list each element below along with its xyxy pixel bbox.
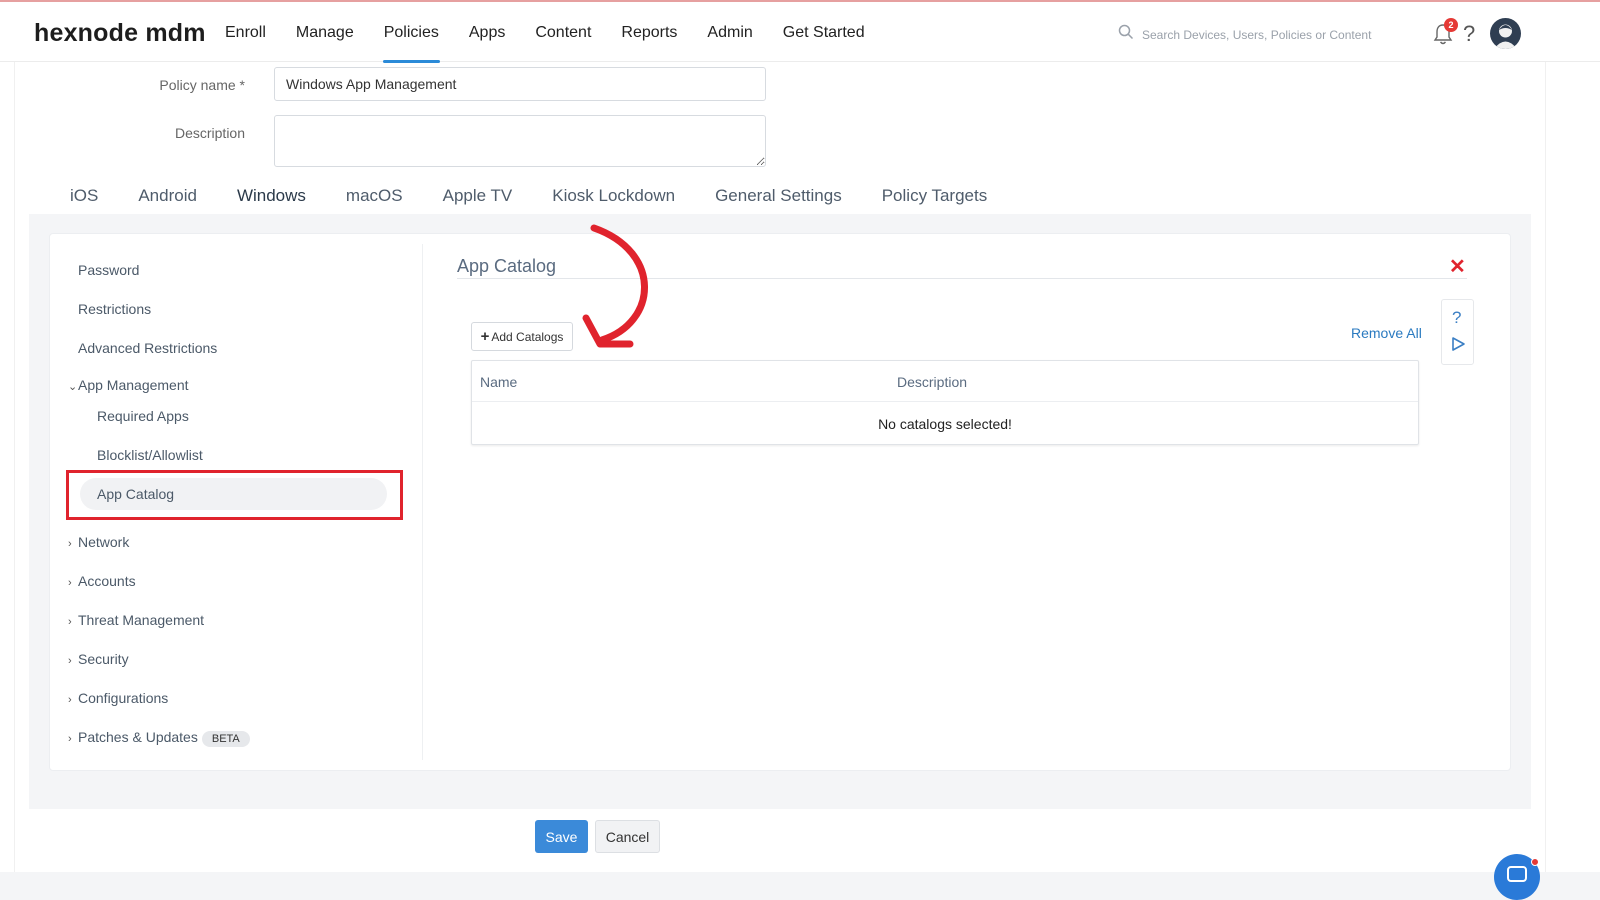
chevron-right-icon: ›	[68, 694, 72, 706]
chevron-right-icon: ›	[68, 577, 72, 589]
chevron-right-icon: ›	[68, 655, 72, 667]
empty-state-message: No catalogs selected!	[878, 416, 1012, 432]
nav-admin[interactable]: Admin	[692, 2, 767, 62]
description-textarea[interactable]	[274, 115, 766, 167]
nav-apps[interactable]: Apps	[454, 2, 520, 62]
column-header-name: Name	[480, 374, 518, 390]
annotation-arrow-icon	[582, 224, 648, 348]
sidebar-item-label: Threat Management	[78, 612, 205, 628]
policy-name-input[interactable]	[274, 67, 766, 101]
tab-kiosk-lockdown[interactable]: Kiosk Lockdown	[532, 180, 695, 216]
sidebar-item-label: Security	[78, 651, 129, 667]
tab-android[interactable]: Android	[118, 180, 217, 216]
side-tools-panel: ?	[1441, 299, 1474, 365]
global-search	[1118, 24, 1382, 45]
sidebar-item-restrictions[interactable]: Restrictions	[78, 301, 151, 317]
nav-reports[interactable]: Reports	[606, 2, 692, 62]
top-navbar: hexnode mdm Enroll Manage Policies Apps …	[0, 0, 1600, 63]
tab-policy-targets[interactable]: Policy Targets	[862, 180, 1008, 216]
chevron-down-icon: ⌄	[68, 381, 78, 393]
search-input[interactable]	[1142, 27, 1382, 42]
search-icon	[1118, 24, 1134, 45]
notification-count-badge: 2	[1444, 18, 1458, 32]
sidebar-item-configurations[interactable]: › Configurations	[68, 690, 168, 706]
sidebar-item-label: App Management	[78, 377, 189, 393]
sidebar-item-threat-management[interactable]: › Threat Management	[68, 612, 204, 628]
chat-notification-dot	[1531, 858, 1539, 866]
nav-enroll[interactable]: Enroll	[210, 2, 281, 62]
sidebar-item-network[interactable]: › Network	[68, 534, 129, 550]
add-catalogs-button[interactable]: + Add Catalogs	[471, 322, 573, 351]
nav-policies[interactable]: Policies	[369, 2, 454, 63]
policy-name-label: Policy name *	[159, 77, 245, 93]
bottom-strip	[0, 872, 1600, 900]
section-title: App Catalog	[457, 256, 557, 276]
plus-icon: +	[480, 328, 490, 345]
help-icon[interactable]: ?	[1463, 21, 1475, 47]
chevron-right-icon: ›	[68, 616, 72, 628]
chevron-right-icon: ›	[68, 733, 72, 745]
cancel-button[interactable]: Cancel	[595, 820, 660, 853]
sidebar-item-label: Configurations	[78, 690, 169, 706]
sidebar-item-label: Network	[78, 534, 130, 550]
tab-ios[interactable]: iOS	[50, 180, 118, 216]
sidebar-item-advanced-restrictions[interactable]: Advanced Restrictions	[78, 340, 217, 356]
remove-all-link[interactable]: Remove All	[1351, 325, 1422, 341]
sidebar-item-password[interactable]: Password	[78, 262, 139, 278]
sidebar-item-label: Accounts	[78, 573, 136, 589]
sidebar-item-patches-updates[interactable]: › Patches & Updates BETA	[68, 729, 250, 747]
sidebar-item-required-apps[interactable]: Required Apps	[97, 408, 189, 424]
catalogs-table: Name Description No catalogs selected!	[471, 360, 1419, 445]
add-catalogs-label: Add Catalogs	[491, 329, 564, 344]
sidebar-item-security[interactable]: › Security	[68, 651, 129, 667]
tab-windows[interactable]: Windows	[217, 180, 326, 218]
save-button[interactable]: Save	[535, 820, 588, 853]
user-avatar[interactable]	[1490, 18, 1521, 49]
beta-badge: BETA	[201, 731, 250, 747]
sidebar-item-accounts[interactable]: › Accounts	[68, 573, 136, 589]
sidebar-item-blocklist-allowlist[interactable]: Blocklist/Allowlist	[97, 447, 203, 463]
main-nav: Enroll Manage Policies Apps Content Repo…	[210, 2, 880, 63]
tab-macos[interactable]: macOS	[326, 180, 423, 216]
notification-bell-icon[interactable]: 2	[1432, 18, 1458, 46]
hexnode-logo[interactable]: hexnode mdm	[34, 19, 206, 48]
platform-tabs: iOS Android Windows macOS Apple TV Kiosk…	[50, 180, 1008, 218]
chevron-right-icon: ›	[68, 538, 72, 550]
nav-manage[interactable]: Manage	[281, 2, 369, 62]
sidebar-divider	[422, 244, 423, 760]
nav-get-started[interactable]: Get Started	[768, 2, 880, 62]
tab-apple-tv[interactable]: Apple TV	[423, 180, 533, 216]
play-icon[interactable]	[1450, 336, 1466, 357]
help-question-icon[interactable]: ?	[1452, 308, 1461, 328]
column-header-description: Description	[897, 374, 968, 390]
description-label: Description	[174, 125, 245, 141]
tab-general-settings[interactable]: General Settings	[695, 180, 862, 216]
table-header-divider	[472, 401, 1418, 402]
sidebar-item-label: Patches & Updates	[78, 729, 198, 745]
sidebar-item-app-management[interactable]: ⌄App Management	[68, 377, 189, 393]
close-icon[interactable]: ✕	[1449, 254, 1466, 279]
app-catalog-highlight-box	[66, 470, 403, 520]
nav-content[interactable]: Content	[520, 2, 606, 62]
